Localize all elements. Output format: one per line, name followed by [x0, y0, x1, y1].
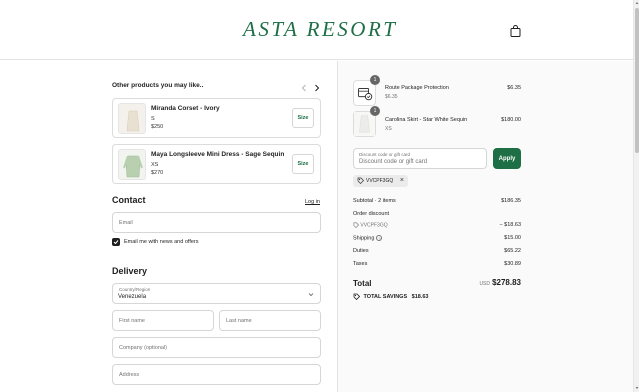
total-value: $278.83 — [492, 278, 521, 287]
tag-icon — [357, 177, 364, 184]
checkmark-icon — [113, 240, 119, 245]
product-thumbnail — [118, 103, 146, 134]
size-select-button[interactable]: Size — [292, 108, 314, 128]
applied-discount-chip: VVCPF3GQ × — [353, 175, 408, 187]
product-size: XS — [151, 162, 159, 168]
company-field[interactable]: Company (optional) — [112, 337, 321, 358]
duties-value: $65.22 — [504, 248, 521, 254]
applied-discount-code: VVCPF3GQ — [366, 178, 394, 184]
first-name-placeholder: First name — [119, 318, 145, 324]
newsletter-checkbox[interactable] — [112, 238, 120, 246]
order-discount-code-row: VVCPF3GQ — [353, 222, 388, 228]
discount-placeholder: Discount code or gift card — [359, 159, 428, 165]
shipping-label-row: Shipping? — [353, 235, 383, 242]
brand-logo[interactable]: ASTA RESORT — [243, 17, 397, 42]
cart-item-name: Carolina Skirt - Star White Sequin — [385, 117, 468, 123]
shipping-label: Shipping — [353, 235, 375, 242]
last-name-field[interactable]: Last name — [219, 310, 321, 331]
subtotal-label: Subtotal · 2 items — [353, 198, 396, 204]
country-value: Venezuela — [118, 294, 147, 300]
duties-label: Duties — [353, 248, 369, 254]
cart-item-thumbnail: 1 — [353, 106, 380, 137]
order-discount-label: Order discount — [353, 211, 390, 217]
cart-item-price: $6.35 — [507, 85, 521, 91]
carousel-next-arrow-icon[interactable] — [312, 80, 322, 92]
recommended-product-card[interactable]: Miranda Corset - Ivory S $250 Size — [112, 98, 321, 138]
cart-item-thumbnail: 1 — [353, 75, 380, 106]
help-icon[interactable]: ? — [376, 235, 383, 241]
email-placeholder: Email — [119, 220, 133, 226]
apply-discount-button[interactable]: Apply — [493, 148, 521, 169]
newsletter-label: Email me with news and offers — [124, 239, 199, 245]
product-size: S — [151, 116, 155, 122]
quantity-badge: 1 — [370, 106, 380, 116]
product-price: $270 — [151, 170, 164, 176]
skirt-product-image — [354, 112, 375, 136]
discount-field-label: Discount code or gift card — [359, 152, 411, 157]
site-header: ASTA RESORT — [0, 0, 633, 60]
recommended-product-card[interactable]: Maya Longsleeve Mini Dress - Sage Sequin… — [112, 144, 321, 184]
product-thumbnail — [118, 149, 146, 180]
chevron-down-icon — [308, 293, 314, 297]
total-label: Total — [353, 279, 372, 288]
total-savings: TOTAL SAVINGS $18.63 — [353, 293, 429, 300]
size-select-button[interactable]: Size — [292, 154, 314, 174]
last-name-placeholder: Last name — [226, 318, 252, 324]
tag-icon — [353, 222, 359, 228]
cart-item-variant: $6.35 — [385, 94, 398, 100]
first-name-field[interactable]: First name — [112, 310, 214, 331]
scrollbar-thumb[interactable] — [635, 8, 639, 153]
shipping-value: $15.00 — [504, 235, 521, 241]
product-name: Miranda Corset - Ivory — [151, 105, 220, 112]
shopping-bag-icon[interactable] — [510, 24, 521, 37]
savings-value: $18.63 — [411, 293, 429, 300]
taxes-value: $30.89 — [504, 261, 521, 267]
recommendations-title: Other products you may like.. — [112, 82, 204, 89]
carousel-prev-arrow-icon[interactable] — [299, 80, 309, 92]
page-scrollbar[interactable] — [633, 0, 639, 392]
country-label: Country/Region — [119, 287, 151, 292]
country-select[interactable]: Country/Region Venezuela — [112, 283, 321, 304]
contact-heading: Contact — [112, 195, 146, 205]
address-field[interactable]: Address — [112, 364, 321, 385]
taxes-label: Taxes — [353, 261, 368, 267]
tag-icon — [353, 293, 360, 300]
login-link[interactable]: Log in — [305, 199, 320, 205]
remove-discount-icon[interactable]: × — [400, 176, 404, 185]
order-discount-code: VVCPF3GQ — [360, 222, 388, 229]
quantity-badge: 1 — [370, 75, 380, 85]
cart-item-name: Route Package Protection — [385, 85, 449, 91]
product-name: Maya Longsleeve Mini Dress - Sage Sequin — [151, 151, 285, 158]
scroll-up-arrow-icon[interactable] — [635, 1, 639, 5]
order-discount-value: − $18.63 — [499, 222, 521, 228]
cart-item-price: $180.00 — [501, 117, 521, 123]
scroll-down-arrow-icon[interactable] — [635, 386, 639, 390]
product-price: $250 — [151, 124, 164, 130]
subtotal-value: $186.35 — [501, 198, 521, 204]
delivery-heading: Delivery — [112, 266, 148, 276]
address-placeholder: Address — [119, 372, 140, 378]
savings-label: TOTAL SAVINGS — [363, 293, 408, 300]
cart-item-variant: XS — [385, 126, 392, 132]
package-protection-icon — [358, 88, 373, 101]
email-field[interactable]: Email — [112, 212, 321, 233]
company-placeholder: Company (optional) — [119, 345, 167, 351]
discount-code-input[interactable]: Discount code or gift card Discount code… — [353, 148, 487, 169]
